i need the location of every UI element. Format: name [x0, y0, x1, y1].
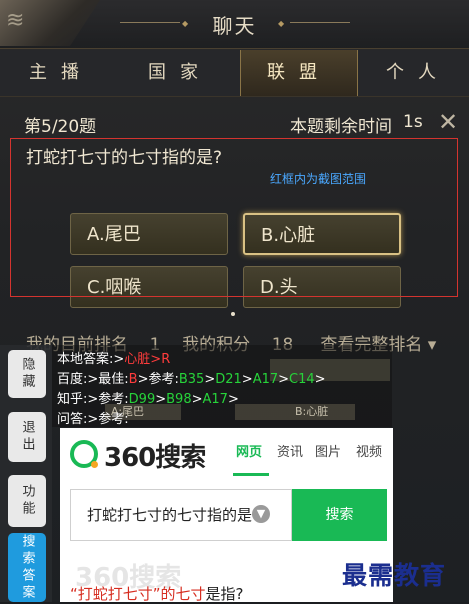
chevron-down-icon: ▾: [427, 335, 437, 355]
zhihu-answer-line: 知乎:>参考:D99>B98>A17>: [57, 392, 239, 407]
search-answer-button[interactable]: 搜索答案: [8, 533, 46, 602]
baidu-answer-line: 百度:>最佳:B>参考:B35>D21>A17>C14>: [57, 372, 326, 387]
tab-alliance[interactable]: 联盟: [240, 50, 358, 96]
screenshot-region-frame: [10, 138, 458, 297]
question-number: 第5/20题: [24, 117, 97, 137]
function-button[interactable]: 功能: [8, 475, 46, 527]
close-icon[interactable]: ✕: [438, 108, 458, 136]
360-logo-dot: [91, 461, 98, 468]
search-result-link[interactable]: “打蛇打七寸”的七寸是指?: [70, 583, 244, 604]
nav-tab-web[interactable]: 网页: [236, 441, 262, 460]
header-ornament-dot-right: ◆: [278, 19, 285, 28]
page-indicator-dot: [231, 312, 235, 316]
exit-button[interactable]: 退出: [8, 412, 46, 462]
local-answer-line: 本地答案:>心脏>R: [57, 352, 171, 367]
tab-personal[interactable]: 个人: [368, 50, 468, 96]
nav-tab-images[interactable]: 图片: [315, 441, 341, 460]
frame-note: 红框内为截图范围: [270, 172, 367, 186]
nav-tab-news[interactable]: 资讯: [277, 441, 303, 460]
timer-value: 1s: [403, 112, 423, 132]
nav-active-underline: [233, 473, 269, 476]
chat-title: 聊天: [212, 14, 257, 38]
ghost-option-b: B:心脏: [235, 404, 355, 420]
channel-tabs: 主播 国家 联盟 个人: [0, 50, 469, 97]
tab-streamer[interactable]: 主播: [6, 50, 116, 96]
wenda-answer-line: 问答:>参考:: [57, 412, 129, 427]
tab-nation[interactable]: 国家: [125, 50, 235, 96]
header-ornament-right: [290, 22, 350, 23]
voice-input-icon[interactable]: ▼: [252, 505, 270, 523]
nav-tab-video[interactable]: 视频: [356, 441, 382, 460]
timer-label: 本题剩余时间: [290, 117, 392, 137]
search-button[interactable]: 搜索: [292, 489, 387, 541]
watermark-text: 最需教育: [342, 561, 447, 590]
hide-button[interactable]: 隐藏: [8, 350, 46, 398]
search-logo-text: 360搜索: [104, 443, 206, 473]
